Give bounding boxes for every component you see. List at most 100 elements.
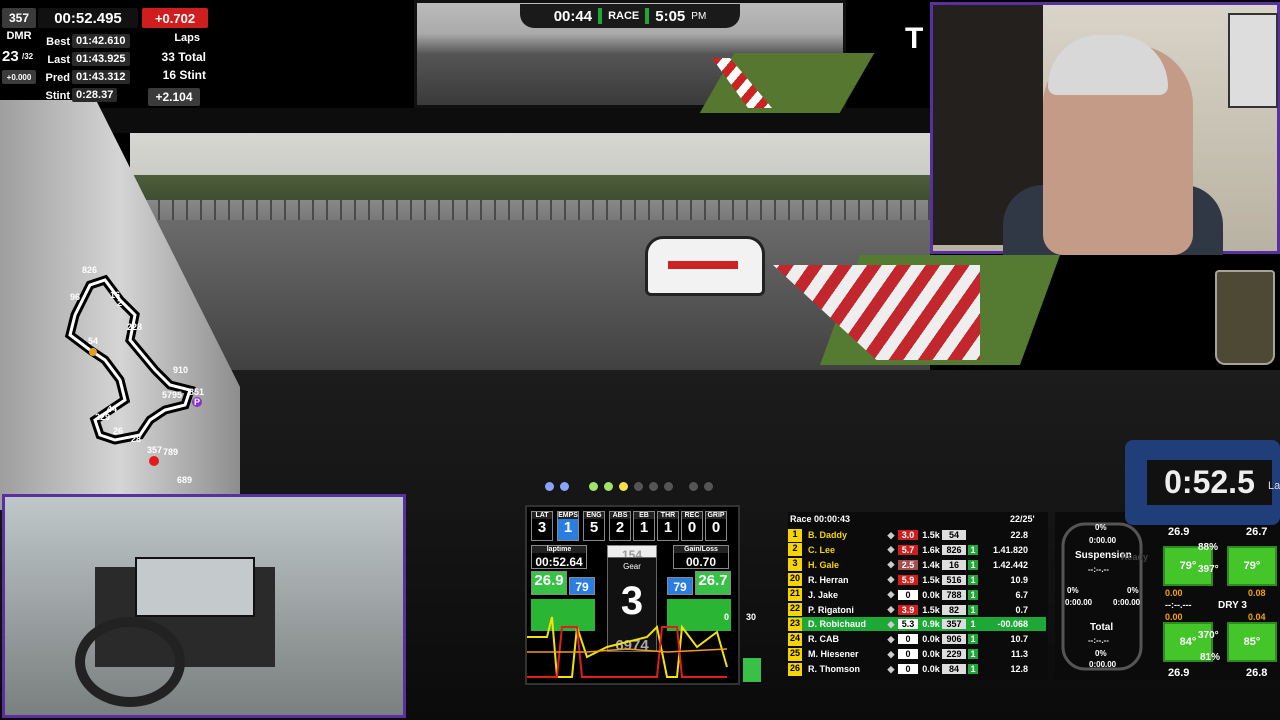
shift-light — [545, 482, 554, 491]
pos: 1 — [788, 528, 802, 542]
laps-stint: 16 Stint — [162, 68, 206, 82]
irating: 1.5k — [922, 604, 940, 615]
dry-label: DRY 3 — [1218, 600, 1247, 611]
dash-cell: GRIP 0 — [705, 511, 727, 541]
irating: 1.4k — [922, 559, 940, 570]
lap-info: 22/25' — [1010, 514, 1035, 524]
pos: 25 — [788, 647, 802, 661]
pred-value: 01:43.312 — [72, 70, 130, 84]
map-label: 789 — [163, 447, 178, 457]
map-label: 96 — [70, 292, 80, 302]
shift-light — [604, 482, 613, 491]
irating: 1.6k — [922, 544, 940, 555]
leaderboard-row: 21 J. Jake ◆ 0 0.0k 788 1 6.7 — [788, 588, 1046, 602]
pos: 3 — [788, 558, 802, 572]
susp-dash: --:--.-- — [1088, 565, 1109, 574]
rl-temp: 26.9 — [1168, 667, 1190, 679]
safety-rating: 0 — [898, 634, 918, 645]
map-label: 44 — [107, 404, 117, 414]
laps-label: Laps — [174, 32, 200, 44]
best-value: 01:42.610 — [72, 34, 130, 48]
driver-name: H. Gale — [808, 559, 840, 570]
dash-cell: EB 1 — [633, 511, 655, 541]
irating: 0.9k — [922, 619, 940, 630]
tyre-panel: 0% 0:00.00 Suspension --:--.-- 0% 0% 0:0… — [1055, 512, 1280, 680]
stint-label: Stint — [45, 90, 70, 102]
pedal-bar — [743, 658, 761, 682]
sim-racing-stream: T 357 00:52.495 +0.702 DMR 23 /32 +0.000… — [0, 0, 1280, 720]
stint-count: 1 — [968, 544, 978, 555]
lap-clock: 0:52.5 Lap — [1125, 440, 1280, 525]
fuel-left: 0.00 — [1165, 588, 1183, 598]
car-number: 906 — [942, 634, 966, 645]
map-label: 28 — [131, 434, 141, 444]
dash-cell: ENG 5 — [583, 511, 605, 541]
gap-value: 22.8 — [1010, 530, 1028, 540]
safety-rating: 3.0 — [898, 530, 918, 540]
track-outline — [64, 274, 196, 445]
driver-name: D. Robichaud — [808, 619, 866, 630]
susp-val-left: 0:00.00 — [1065, 598, 1093, 607]
laptime-box: laptime 00:52.64 — [531, 545, 587, 569]
temp-right-2: 26.7 — [695, 571, 731, 595]
car-number: 788 — [942, 589, 966, 600]
race-status-bar: 00:44 RACE 5:05 PM — [520, 4, 740, 28]
car-make-icon: ◆ — [887, 559, 895, 570]
susp-val-right: 0:00.00 — [1113, 598, 1141, 607]
shift-light — [664, 482, 673, 491]
race-clock-ampm: PM — [691, 10, 707, 22]
dash-display: LAT 3 EMPS 1 ENG 5 ABS 2 EB 1 THR 1 REC 0 GRIP 0… — [525, 505, 740, 685]
leaderboard-row: 26 R. Thomson ◆ 0 0.0k 84 1 12.8 — [788, 662, 1046, 676]
pos: 2 — [788, 543, 802, 557]
map-label: 357 — [147, 445, 162, 455]
session-type: RACE — [608, 10, 640, 22]
map-label: 2 — [117, 298, 122, 308]
map-label: 26 — [113, 426, 123, 436]
susp-pct-top: 0% — [1095, 523, 1107, 532]
stint-count: 1 — [968, 604, 978, 615]
car-number: 16 — [942, 559, 966, 570]
race-clock: 5:05 — [655, 7, 686, 25]
driver-name: R. Thomson — [808, 664, 860, 675]
incident-count: 357 — [2, 8, 36, 28]
stint-count: 1 — [968, 574, 978, 585]
pos: 20 — [788, 573, 802, 587]
stint-count: 1 — [968, 589, 978, 600]
stint-count: 1 — [968, 619, 978, 630]
shift-light — [619, 482, 628, 491]
stint-delta: +2.104 — [148, 88, 200, 106]
safety-rating: 5.3 — [898, 619, 918, 630]
irating: 0.0k — [922, 649, 940, 660]
laps-total: 33 Total — [161, 50, 206, 64]
irating: 1.5k — [922, 530, 940, 540]
stint-count: 1 — [968, 634, 978, 645]
safety-rating: 2.5 — [898, 559, 918, 570]
pos: 23 — [788, 617, 802, 631]
car-number: 54 — [942, 530, 966, 540]
car-make-icon: ◆ — [887, 618, 895, 629]
dash-cell: THR 1 — [657, 511, 679, 541]
fl-mid: 397° — [1198, 564, 1219, 575]
rear-right-tyre: 85° — [1227, 622, 1277, 662]
irating: 0.0k — [922, 634, 940, 645]
driver-name: M. Hiesener — [808, 649, 859, 660]
delta-value: +0.702 — [142, 8, 208, 28]
safety-rating: 5.9 — [898, 574, 918, 585]
total-val: 0:00.00 — [1089, 660, 1117, 669]
dash-cell: ABS 2 — [609, 511, 631, 541]
map-label: 54 — [88, 336, 98, 346]
map-label: P — [194, 397, 200, 407]
temp-right: 79 — [667, 577, 693, 595]
session-time: 00:52.495 — [38, 8, 138, 28]
map-label: 228 — [127, 322, 142, 332]
temp-left-2: 79 — [569, 577, 595, 595]
car-number: 229 — [942, 649, 966, 660]
streamer-webcam — [930, 2, 1280, 255]
leaderboard-row: 1 B. Daddy ◆ 3.0 1.5k 54 22.8 — [788, 528, 1046, 542]
susp-pct-left: 0% — [1067, 586, 1079, 595]
car-make-icon: ◆ — [887, 574, 895, 585]
car-make-icon: ◆ — [887, 589, 895, 600]
position-delta: +0.000 — [2, 70, 36, 84]
gap-value: 12.8 — [1010, 664, 1028, 675]
fuel-left-2: 0.00 — [1165, 612, 1183, 622]
